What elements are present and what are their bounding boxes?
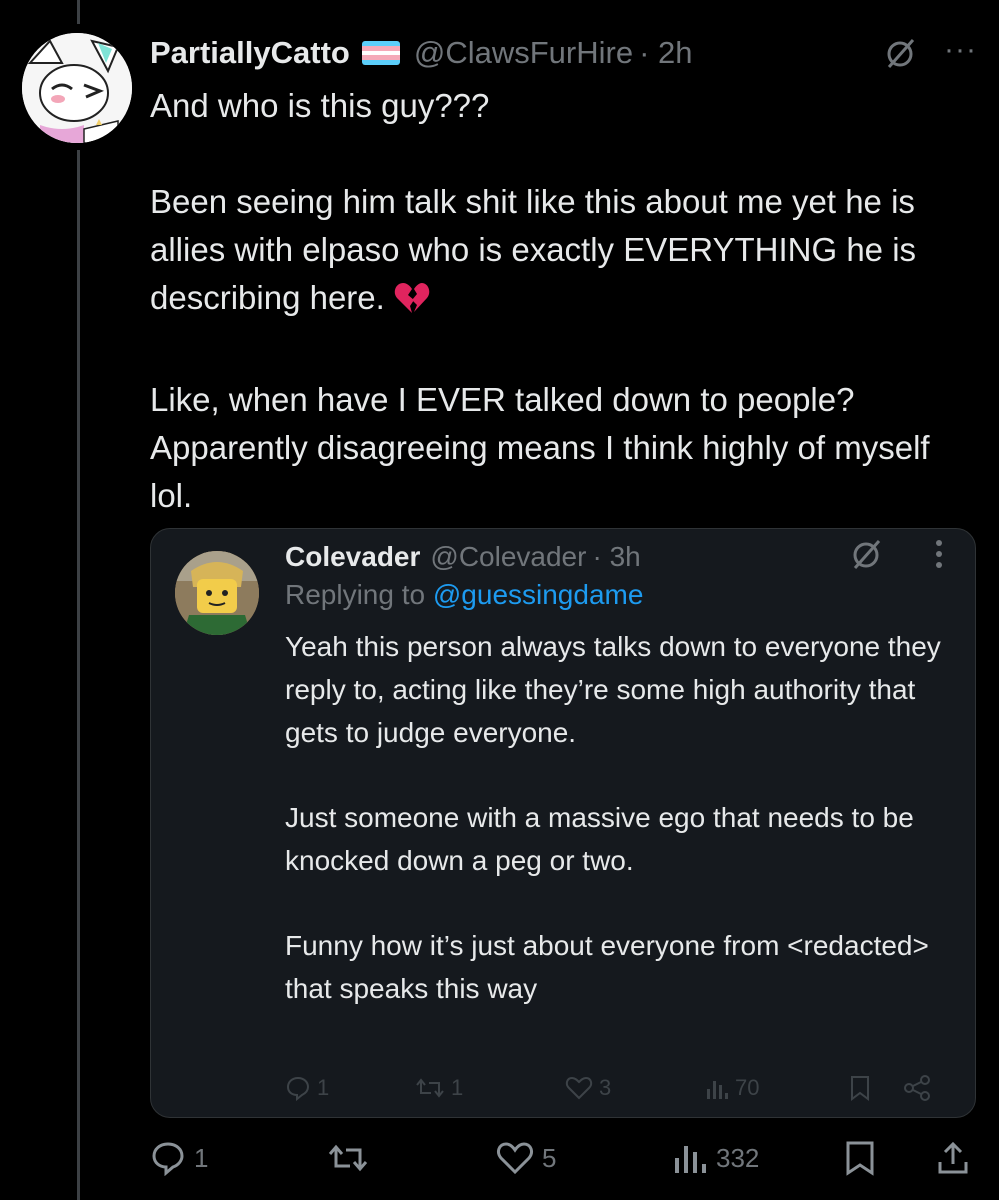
views-icon xyxy=(675,1146,706,1173)
avatar[interactable] xyxy=(22,33,132,143)
view-count: 332 xyxy=(716,1142,760,1173)
like-button[interactable]: 5 xyxy=(496,1140,556,1176)
repost-button[interactable]: 1 xyxy=(415,1075,463,1101)
replying-to: Replying to @guessingdame xyxy=(285,579,643,611)
reply-icon xyxy=(152,1142,184,1176)
like-count: 3 xyxy=(599,1075,612,1100)
grok-icon[interactable] xyxy=(883,36,917,75)
more-icon[interactable]: ··· xyxy=(944,35,977,65)
bookmark-icon xyxy=(851,1076,869,1101)
bookmark-icon xyxy=(846,1141,874,1176)
thread-line xyxy=(77,0,80,24)
quote-avatar[interactable] xyxy=(175,551,259,635)
quote-timestamp[interactable]: · 3h xyxy=(592,541,640,573)
views-button[interactable]: 70 xyxy=(705,1075,759,1101)
share-button[interactable] xyxy=(936,1140,970,1176)
replying-prefix: Replying to xyxy=(285,579,426,610)
reply-count: 1 xyxy=(317,1075,330,1100)
grok-icon[interactable] xyxy=(849,537,883,576)
trans-flag-icon xyxy=(361,41,400,65)
more-icon[interactable] xyxy=(935,539,943,574)
reply-count: 1 xyxy=(194,1142,209,1173)
reply-button[interactable]: 1 xyxy=(150,1140,208,1176)
like-button[interactable]: 3 xyxy=(565,1075,611,1101)
quote-body: Yeah this person always talks down to ev… xyxy=(285,625,955,1052)
heart-icon xyxy=(497,1142,533,1175)
repost-icon xyxy=(328,1144,368,1172)
heart-icon xyxy=(565,1076,593,1100)
share-icon xyxy=(904,1075,930,1101)
share-button[interactable] xyxy=(903,1075,931,1101)
bookmark-button[interactable] xyxy=(844,1140,876,1176)
repost-count: 1 xyxy=(451,1075,464,1100)
repost-button[interactable] xyxy=(328,1140,368,1176)
thread-line xyxy=(77,150,80,1200)
tweet-actions: 1 5 332 xyxy=(150,1138,970,1182)
quote-display-name[interactable]: Colevader xyxy=(285,541,420,573)
timestamp[interactable]: · 2h xyxy=(639,35,692,71)
tweet-text: And who is this guy??? xyxy=(150,87,490,124)
repost-icon xyxy=(416,1078,444,1098)
quote-text: Yeah this person always talks down to ev… xyxy=(285,631,941,748)
tweet-text: Been seeing him talk shit like this abou… xyxy=(150,183,917,316)
reply-button[interactable]: 1 xyxy=(285,1075,329,1101)
reply-icon xyxy=(286,1076,310,1101)
views-button[interactable]: 332 xyxy=(672,1140,759,1176)
share-icon xyxy=(938,1141,968,1174)
quote-text: Just someone with a massive ego that nee… xyxy=(285,802,914,876)
display-name[interactable]: PartiallyCatto xyxy=(150,35,350,71)
tweet-body: And who is this guy??? Been seeing him t… xyxy=(150,82,970,568)
mention-link[interactable]: @guessingdame xyxy=(433,579,644,610)
quote-header: Colevader @Colevader · 3h xyxy=(285,535,641,579)
quote-text: Funny how it’s just about everyone from … xyxy=(285,930,929,1004)
quoted-tweet[interactable]: Colevader @Colevader · 3h Replying to @g… xyxy=(150,528,976,1118)
broken-heart-icon xyxy=(394,280,430,328)
quote-actions: 1 1 3 70 xyxy=(285,1075,955,1107)
quote-handle[interactable]: @Colevader xyxy=(430,541,586,573)
view-count: 70 xyxy=(735,1075,760,1100)
bookmark-button[interactable] xyxy=(849,1075,871,1101)
views-icon xyxy=(707,1081,728,1099)
tweet-text: Like, when have I EVER talked down to pe… xyxy=(150,381,930,514)
handle[interactable]: @ClawsFurHire xyxy=(414,35,633,71)
like-count: 5 xyxy=(542,1142,557,1173)
tweet-header: PartiallyCatto @ClawsFurHire · 2h xyxy=(150,28,979,78)
